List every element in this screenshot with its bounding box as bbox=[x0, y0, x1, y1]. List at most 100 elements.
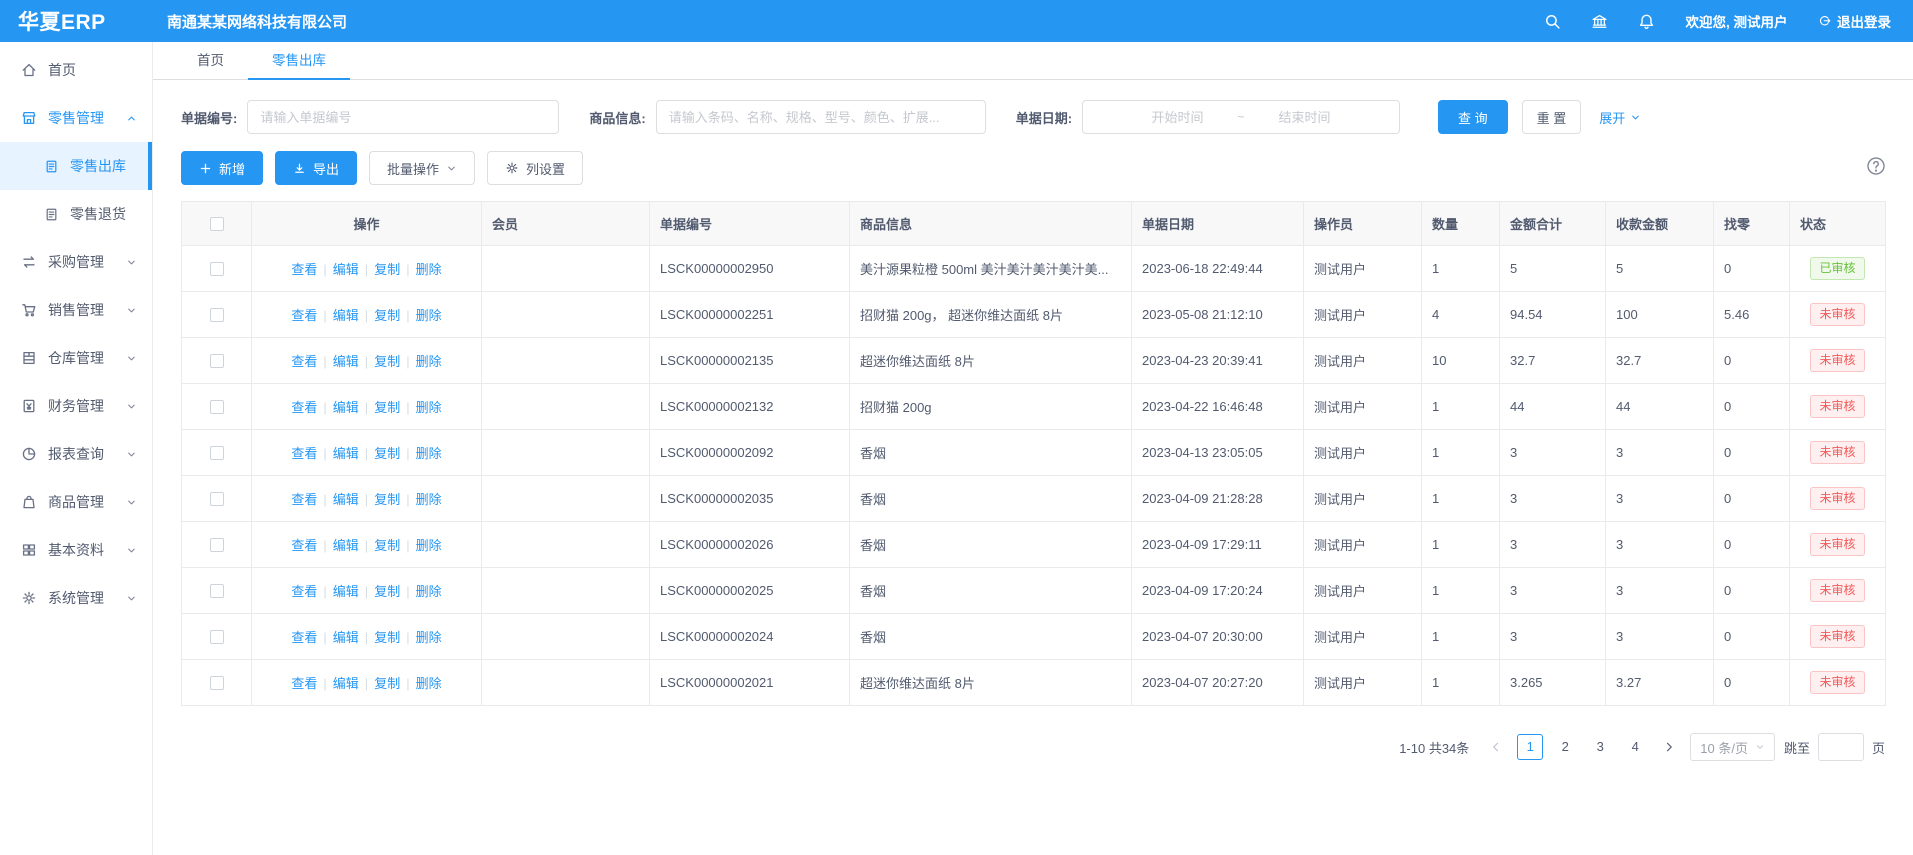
row-action-1[interactable]: 编辑 bbox=[333, 308, 359, 323]
row-action-3[interactable]: 删除 bbox=[416, 262, 442, 277]
row-action-2[interactable]: 复制 bbox=[374, 400, 400, 415]
sidebar-item-3[interactable]: 销售管理 bbox=[0, 286, 152, 334]
sidebar-item-5[interactable]: 财务管理 bbox=[0, 382, 152, 430]
row-action-3[interactable]: 删除 bbox=[416, 492, 442, 507]
row-action-3[interactable]: 删除 bbox=[416, 446, 442, 461]
row-action-2[interactable]: 复制 bbox=[374, 262, 400, 277]
expand-toggle[interactable]: 展开 bbox=[1599, 108, 1641, 127]
date-cell: 2023-04-13 23:05:05 bbox=[1132, 430, 1304, 476]
app-logo[interactable]: 华夏ERP bbox=[0, 6, 153, 36]
order-no-input[interactable] bbox=[247, 100, 559, 134]
row-action-0[interactable]: 查看 bbox=[291, 538, 317, 553]
end-date-input[interactable] bbox=[1245, 110, 1365, 125]
row-action-1[interactable]: 编辑 bbox=[333, 630, 359, 645]
row-action-3[interactable]: 删除 bbox=[416, 400, 442, 415]
page-number-4[interactable]: 4 bbox=[1622, 734, 1648, 760]
row-action-1[interactable]: 编辑 bbox=[333, 400, 359, 415]
row-checkbox[interactable] bbox=[210, 584, 224, 598]
sidebar-item-2[interactable]: 采购管理 bbox=[0, 238, 152, 286]
row-action-2[interactable]: 复制 bbox=[374, 538, 400, 553]
row-action-1[interactable]: 编辑 bbox=[333, 676, 359, 691]
page-number-1[interactable]: 1 bbox=[1517, 734, 1543, 760]
row-action-3[interactable]: 删除 bbox=[416, 584, 442, 599]
bell-icon[interactable] bbox=[1638, 13, 1655, 30]
search-button[interactable]: 查 询 bbox=[1438, 100, 1508, 134]
sidebar-subitem-0[interactable]: 零售出库 bbox=[0, 142, 152, 190]
status-badge: 未审核 bbox=[1810, 395, 1864, 417]
row-action-0[interactable]: 查看 bbox=[291, 584, 317, 599]
sidebar-item-1[interactable]: 零售管理 bbox=[0, 94, 152, 142]
page-number-3[interactable]: 3 bbox=[1587, 734, 1613, 760]
row-action-2[interactable]: 复制 bbox=[374, 630, 400, 645]
prev-page-button[interactable] bbox=[1484, 741, 1508, 753]
row-action-2[interactable]: 复制 bbox=[374, 354, 400, 369]
sidebar-item-9[interactable]: 系统管理 bbox=[0, 574, 152, 622]
row-checkbox[interactable] bbox=[210, 492, 224, 506]
sidebar-item-8[interactable]: 基本资料 bbox=[0, 526, 152, 574]
tab-0[interactable]: 首页 bbox=[173, 42, 248, 79]
export-button[interactable]: 导出 bbox=[275, 151, 357, 185]
sidebar-item-6[interactable]: 报表查询 bbox=[0, 430, 152, 478]
page-size-select[interactable]: 10 条/页 bbox=[1690, 733, 1775, 761]
bank-icon[interactable] bbox=[1591, 13, 1608, 30]
goods-cell: 香烟 bbox=[850, 522, 1132, 568]
sidebar-item-7[interactable]: 商品管理 bbox=[0, 478, 152, 526]
reset-button[interactable]: 重 置 bbox=[1522, 100, 1582, 134]
row-checkbox[interactable] bbox=[210, 446, 224, 460]
row-checkbox[interactable] bbox=[210, 354, 224, 368]
search-icon[interactable] bbox=[1544, 13, 1561, 30]
row-action-2[interactable]: 复制 bbox=[374, 308, 400, 323]
sidebar-item-0[interactable]: 首页 bbox=[0, 46, 152, 94]
received-cell: 3 bbox=[1606, 614, 1714, 660]
row-action-1[interactable]: 编辑 bbox=[333, 584, 359, 599]
date-label: 单据日期: bbox=[1016, 108, 1072, 127]
logout-button[interactable]: 退出登录 bbox=[1818, 11, 1892, 31]
row-checkbox[interactable] bbox=[210, 676, 224, 690]
row-checkbox[interactable] bbox=[210, 630, 224, 644]
batch-actions-button[interactable]: 批量操作 bbox=[369, 151, 475, 185]
row-action-1[interactable]: 编辑 bbox=[333, 492, 359, 507]
row-action-1[interactable]: 编辑 bbox=[333, 538, 359, 553]
help-icon[interactable] bbox=[1866, 156, 1886, 176]
start-date-input[interactable] bbox=[1118, 110, 1238, 125]
row-action-2[interactable]: 复制 bbox=[374, 676, 400, 691]
row-action-0[interactable]: 查看 bbox=[291, 308, 317, 323]
jump-page-input[interactable] bbox=[1818, 733, 1864, 761]
goods-info-input[interactable] bbox=[656, 100, 986, 134]
tabbar: 首页零售出库 bbox=[153, 42, 1913, 80]
row-action-0[interactable]: 查看 bbox=[291, 676, 317, 691]
row-action-0[interactable]: 查看 bbox=[291, 630, 317, 645]
row-checkbox[interactable] bbox=[210, 308, 224, 322]
page-content: 单据编号: 商品信息: 单据日期: ~ 查 询 重 置 bbox=[153, 80, 1913, 761]
row-action-3[interactable]: 删除 bbox=[416, 630, 442, 645]
next-page-button[interactable] bbox=[1657, 741, 1681, 753]
row-action-3[interactable]: 删除 bbox=[416, 538, 442, 553]
row-action-0[interactable]: 查看 bbox=[291, 354, 317, 369]
row-checkbox[interactable] bbox=[210, 400, 224, 414]
select-all-checkbox[interactable] bbox=[210, 217, 224, 231]
row-action-3[interactable]: 删除 bbox=[416, 676, 442, 691]
member-cell bbox=[482, 660, 650, 706]
row-action-0[interactable]: 查看 bbox=[291, 262, 317, 277]
row-checkbox[interactable] bbox=[210, 538, 224, 552]
page-number-2[interactable]: 2 bbox=[1552, 734, 1578, 760]
sidebar-item-4[interactable]: 仓库管理 bbox=[0, 334, 152, 382]
row-action-1[interactable]: 编辑 bbox=[333, 354, 359, 369]
sidebar-subitem-1[interactable]: 零售退货 bbox=[0, 190, 152, 238]
add-button[interactable]: 新增 bbox=[181, 151, 263, 185]
row-action-0[interactable]: 查看 bbox=[291, 492, 317, 507]
row-action-2[interactable]: 复制 bbox=[374, 584, 400, 599]
row-action-0[interactable]: 查看 bbox=[291, 446, 317, 461]
row-checkbox[interactable] bbox=[210, 262, 224, 276]
row-action-2[interactable]: 复制 bbox=[374, 446, 400, 461]
row-action-3[interactable]: 删除 bbox=[416, 308, 442, 323]
row-action-2[interactable]: 复制 bbox=[374, 492, 400, 507]
row-action-0[interactable]: 查看 bbox=[291, 400, 317, 415]
date-range-input[interactable]: ~ bbox=[1082, 100, 1400, 134]
row-action-1[interactable]: 编辑 bbox=[333, 262, 359, 277]
row-action-3[interactable]: 删除 bbox=[416, 354, 442, 369]
row-action-1[interactable]: 编辑 bbox=[333, 446, 359, 461]
column-settings-button[interactable]: 列设置 bbox=[487, 151, 583, 185]
tab-1[interactable]: 零售出库 bbox=[248, 42, 350, 79]
jump-prefix: 跳至 bbox=[1784, 738, 1810, 757]
